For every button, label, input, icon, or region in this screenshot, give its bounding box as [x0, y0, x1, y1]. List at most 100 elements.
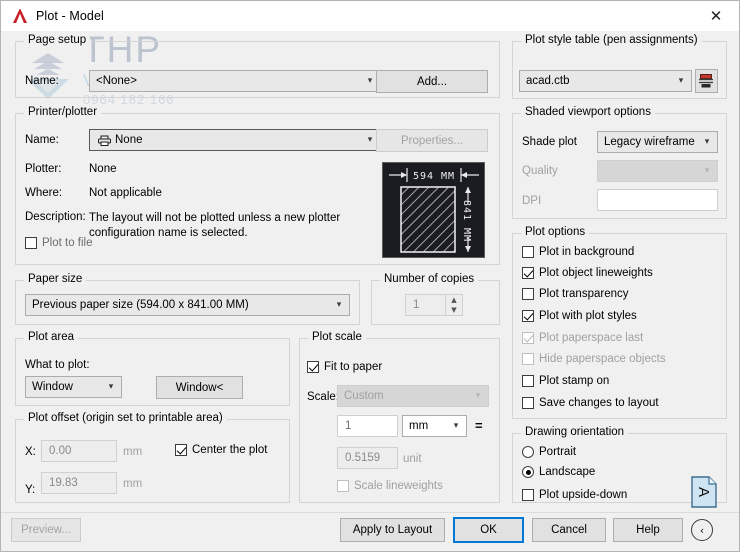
- scale-lineweights-label: Scale lineweights: [354, 480, 443, 492]
- paper-size-legend: Paper size: [24, 273, 87, 285]
- plot-option-label: Plot stamp on: [539, 375, 610, 387]
- plot-area-legend: Plot area: [24, 331, 79, 343]
- orientation-landscape-label: Landscape: [539, 466, 596, 478]
- checkbox-box: [25, 237, 37, 249]
- chevron-down-icon: ▾: [475, 391, 481, 401]
- plot-option-label: Plot paperspace last: [539, 332, 644, 344]
- chevron-down-icon: ▾: [678, 76, 684, 86]
- copies-stepper[interactable]: ▲ ▼: [446, 294, 463, 316]
- printer-icon: [96, 135, 112, 146]
- copies-input[interactable]: 1: [405, 294, 446, 316]
- stepper-up-icon[interactable]: ▲: [446, 295, 462, 305]
- window-pick-button[interactable]: Window<: [156, 376, 243, 399]
- plot-style-table-legend: Plot style table (pen assignments): [521, 34, 702, 46]
- footer-separator: [1, 512, 739, 513]
- landscape-page-a-icon: A: [690, 476, 718, 508]
- shade-plot-combo[interactable]: Legacy wireframe ▾: [597, 131, 718, 153]
- checkbox-box: [307, 361, 319, 373]
- paper-size-combo[interactable]: Previous paper size (594.00 x 841.00 MM)…: [25, 294, 350, 316]
- scale-denominator-input[interactable]: 0.5159: [337, 447, 398, 469]
- checkbox-box: [522, 489, 534, 501]
- page-setup-legend: Page setup: [24, 34, 91, 46]
- help-button[interactable]: Help: [613, 518, 683, 542]
- chevron-down-icon: ▾: [453, 421, 459, 431]
- paper-preview: 594 MM 841 MM 594 MM 841 MM: [382, 162, 485, 258]
- printer-plotter-legend: Printer/plotter: [24, 106, 102, 118]
- center-the-plot-label: Center the plot: [192, 444, 268, 456]
- preview-button[interactable]: Preview...: [11, 518, 81, 542]
- checkbox-box: [522, 332, 534, 344]
- plot-option-plot-object-lineweights[interactable]: Plot object lineweights: [522, 267, 653, 279]
- page-setup-name-label: Name:: [25, 75, 59, 87]
- plot-option-label: Hide paperspace objects: [539, 353, 666, 365]
- checkbox-box: [522, 375, 534, 387]
- scale-combo[interactable]: Custom ▾: [337, 385, 489, 407]
- scale-value: Custom: [344, 390, 384, 402]
- plot-option-label: Plot with plot styles: [539, 310, 637, 322]
- dpi-input[interactable]: [597, 189, 718, 211]
- fit-to-paper-checkbox[interactable]: Fit to paper: [307, 361, 382, 373]
- shade-plot-value: Legacy wireframe: [604, 136, 695, 148]
- scale-denominator-unit: unit: [403, 453, 422, 465]
- offset-y-input[interactable]: 19.83: [41, 472, 117, 494]
- offset-x-input[interactable]: 0.00: [41, 440, 117, 462]
- properties-button[interactable]: Properties...: [376, 129, 488, 152]
- plot-option-plot-stamp-on[interactable]: Plot stamp on: [522, 375, 609, 387]
- description-label: Description:: [25, 211, 86, 223]
- window-title: Plot - Model: [36, 9, 104, 23]
- cancel-button[interactable]: Cancel: [532, 518, 606, 542]
- close-icon[interactable]: ✕: [693, 1, 739, 31]
- ok-button[interactable]: OK: [453, 517, 524, 543]
- plot-option-plot-transparency[interactable]: Plot transparency: [522, 288, 629, 300]
- plot-to-file-checkbox[interactable]: Plot to file: [25, 237, 93, 249]
- page-setup-name-combo[interactable]: <None> ▾: [89, 70, 381, 92]
- offset-x-unit: mm: [123, 446, 143, 458]
- plot-style-table-value: acad.ctb: [526, 75, 570, 87]
- plot-to-file-label: Plot to file: [42, 237, 93, 249]
- checkbox-box: [522, 246, 534, 258]
- what-to-plot-value: Window: [32, 381, 73, 393]
- what-to-plot-combo[interactable]: Window ▾: [25, 376, 122, 398]
- collapse-panel-button[interactable]: ‹: [691, 519, 713, 541]
- checkbox-box: [522, 288, 534, 300]
- scale-unit-combo[interactable]: mm ▾: [402, 415, 467, 437]
- chevron-down-icon: ▾: [704, 137, 710, 147]
- plot-style-edit-icon: [699, 74, 713, 88]
- checkbox-box: [522, 310, 534, 322]
- offset-y-unit: mm: [123, 478, 143, 490]
- center-the-plot-checkbox[interactable]: Center the plot: [175, 444, 267, 456]
- orientation-landscape-radio[interactable]: Landscape: [522, 466, 595, 478]
- apply-to-layout-button[interactable]: Apply to Layout: [340, 518, 445, 542]
- equals-sign: =: [475, 418, 483, 433]
- page-setup-name-value: <None>: [96, 75, 137, 87]
- svg-text:594 MM: 594 MM: [413, 171, 455, 182]
- offset-x-label: X:: [25, 446, 36, 458]
- add-button[interactable]: Add...: [376, 70, 488, 93]
- where-value: Not applicable: [89, 187, 162, 199]
- scale-numerator-input[interactable]: 1: [337, 415, 398, 437]
- orientation-portrait-radio[interactable]: Portrait: [522, 446, 576, 458]
- printer-name-combo[interactable]: None ▾: [89, 129, 381, 151]
- svg-text:A: A: [695, 487, 712, 497]
- paper-size-value: Previous paper size (594.00 x 841.00 MM): [32, 299, 249, 311]
- stepper-down-icon[interactable]: ▼: [446, 305, 462, 315]
- plot-dialog: Plot - Model ✕ THP VALVE 0964 182 166 Pa…: [0, 0, 740, 552]
- offset-y-label: Y:: [25, 484, 36, 496]
- checkbox-box: [522, 397, 534, 409]
- copies-legend: Number of copies: [380, 273, 479, 285]
- title-bar: Plot - Model ✕: [1, 1, 739, 31]
- checkbox-box: [522, 353, 534, 365]
- plot-style-table-combo[interactable]: acad.ctb ▾: [519, 70, 692, 92]
- plot-options-group: Plot options: [512, 226, 727, 419]
- chevron-down-icon: ▾: [704, 166, 710, 176]
- scale-lineweights-checkbox[interactable]: Scale lineweights: [337, 480, 443, 492]
- quality-combo[interactable]: ▾: [597, 160, 718, 182]
- where-label: Where:: [25, 187, 63, 199]
- plot-option-save-changes-to-layout[interactable]: Save changes to layout: [522, 397, 659, 409]
- description-value: The layout will not be plotted unless a …: [89, 212, 341, 239]
- plot-style-edit-button[interactable]: [695, 69, 718, 93]
- plot-upside-down-checkbox[interactable]: Plot upside-down: [522, 489, 627, 501]
- radio-circle: [522, 466, 534, 478]
- plot-option-plot-with-plot-styles[interactable]: Plot with plot styles: [522, 310, 637, 322]
- plot-option-plot-in-background[interactable]: Plot in background: [522, 246, 634, 258]
